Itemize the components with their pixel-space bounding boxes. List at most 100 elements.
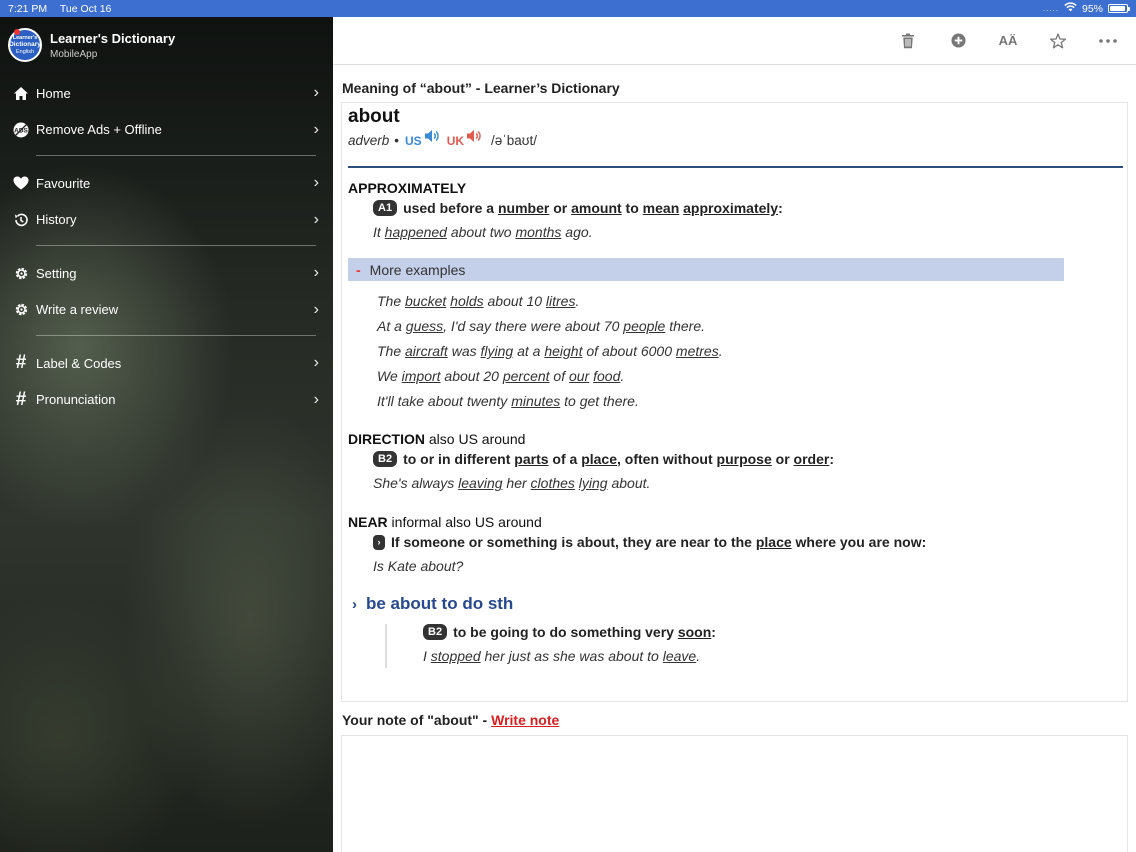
word-link[interactable]: food [593,368,620,384]
menu-item-label-codes[interactable]: # Label & Codes › [0,345,333,382]
word-link[interactable]: import [402,368,441,384]
menu-divider [36,245,316,246]
logo-text-3: English [15,48,35,55]
favourite-button[interactable] [1044,27,1072,55]
word-link[interactable]: height [544,343,582,359]
signal-icon: ..... [1042,4,1059,13]
chevron-right-icon: › [313,354,319,372]
bullet-separator: • [394,133,400,148]
menu-item-remove-ads[interactable]: ADS Remove Ads + Offline › [0,112,333,149]
chevron-right-icon: › [352,595,357,613]
menu-label: Pronunciation [36,392,116,408]
menu-label: Favourite [36,175,91,191]
word-link[interactable]: flying [481,343,514,359]
font-size-button[interactable]: AÄ [994,27,1022,55]
text-run: ago. [561,224,593,240]
trash-button[interactable] [894,27,922,55]
level-badge: B2 [423,624,448,640]
word-link[interactable]: holds [450,293,483,309]
word-link[interactable]: place [581,451,617,467]
menu-item-history[interactable]: History › [0,202,333,239]
hash-icon: # [15,388,27,410]
trash-icon [902,33,914,48]
text-run: her [502,475,531,491]
definition-text: If someone or something is about, they a… [391,534,926,550]
menu-item-pronunciation[interactable]: # Pronunciation › [0,382,333,419]
text-run: to be going to do something very [453,624,678,640]
word-link[interactable]: people [623,318,665,334]
word-link[interactable]: aircraft [405,343,448,359]
word-link[interactable]: amount [571,200,622,216]
list-item: At a guess, I'd say there were about 70 … [377,314,1121,339]
app-subtitle: MobileApp [50,48,98,60]
text-run: , often without [617,451,717,467]
plus-circle-icon [950,33,966,48]
write-note-link[interactable]: Write note [491,712,559,728]
word-link[interactable]: purpose [717,451,772,467]
note-prefix: Your note of "about" - [342,712,492,728]
sense-heading: DIRECTION also US around [348,431,1121,447]
text-run: used before a [403,200,498,216]
menu-item-write-review[interactable]: Write a review › [0,292,333,329]
word-link[interactable]: mean [643,200,680,216]
uk-audio-button[interactable] [466,129,483,146]
logo-text-2: Dictionary [9,41,41,49]
no-ads-icon: ADS [12,121,30,139]
us-audio-button[interactable] [424,129,441,146]
font-size-icon: AÄ [998,33,1018,48]
history-icon [12,211,30,229]
text-run: about 20 [440,368,503,384]
speaker-icon [424,130,439,142]
more-examples-toggle[interactable]: - More examples [348,258,1064,281]
sense-heading: APPROXIMATELY [348,180,1121,196]
word-link[interactable]: number [498,200,549,216]
menu-item-favourite[interactable]: Favourite › [0,165,333,202]
word-link[interactable]: percent [503,368,550,384]
word-link[interactable]: lying [579,475,608,491]
definition: A1 used before a number or amount to mean… [373,200,1121,216]
word-link[interactable]: months [515,224,561,240]
word-link[interactable]: place [756,534,792,550]
text-run: : [711,624,716,640]
definition-text: to or in different parts of a place, oft… [403,451,834,467]
chevron-right-icon: › [313,174,319,192]
text-run: of [549,368,569,384]
idiom-toggle[interactable]: › be about to do sth [348,594,1121,614]
word-link[interactable]: approximately [683,200,778,216]
add-button[interactable] [944,27,972,55]
sense-note: also US around [425,431,526,447]
pronunciation-line: adverb • US UK /əˈbaʊt/ [348,129,1121,149]
list-item: We import about 20 percent of our food. [377,364,1121,389]
word-link[interactable]: minutes [511,393,560,409]
word-link[interactable]: stopped [431,648,481,664]
word-link[interactable]: soon [678,624,711,640]
word-link[interactable]: guess [406,318,443,334]
word-link[interactable]: litres [546,293,576,309]
text-run: : [829,451,835,467]
word-link[interactable]: clothes [531,475,575,491]
definition-text: to be going to do something very soon: [453,624,716,640]
level-badge: A1 [373,200,398,216]
text-run: about 10 [483,293,546,309]
text-run: . [620,368,625,384]
status-time: 7:21 PM [8,2,48,15]
menu-item-home[interactable]: Home › [0,75,333,112]
word-link[interactable]: parts [514,451,548,467]
sense-heading: NEAR informal also US around [348,514,1121,530]
example-sentence: Is Kate about? [373,558,1121,574]
note-area[interactable] [341,735,1128,852]
word-link[interactable]: order [794,451,830,467]
word-link[interactable]: leaving [458,475,502,491]
example-sentence: She's always leaving her clothes lying a… [373,475,1121,491]
level-badge: B2 [373,451,398,467]
menu-item-setting[interactable]: Setting › [0,255,333,292]
word-link[interactable]: our [569,368,589,384]
word-link[interactable]: bucket [405,293,446,309]
text-run: The [377,293,406,309]
more-options-button[interactable] [1094,27,1122,55]
word-link[interactable]: metres [676,343,719,359]
word-link[interactable]: happened [385,224,447,240]
word-link[interactable]: leave [663,648,696,664]
text-run: , I'd say there were about 70 [443,318,624,334]
more-examples-label: More examples [369,261,466,278]
